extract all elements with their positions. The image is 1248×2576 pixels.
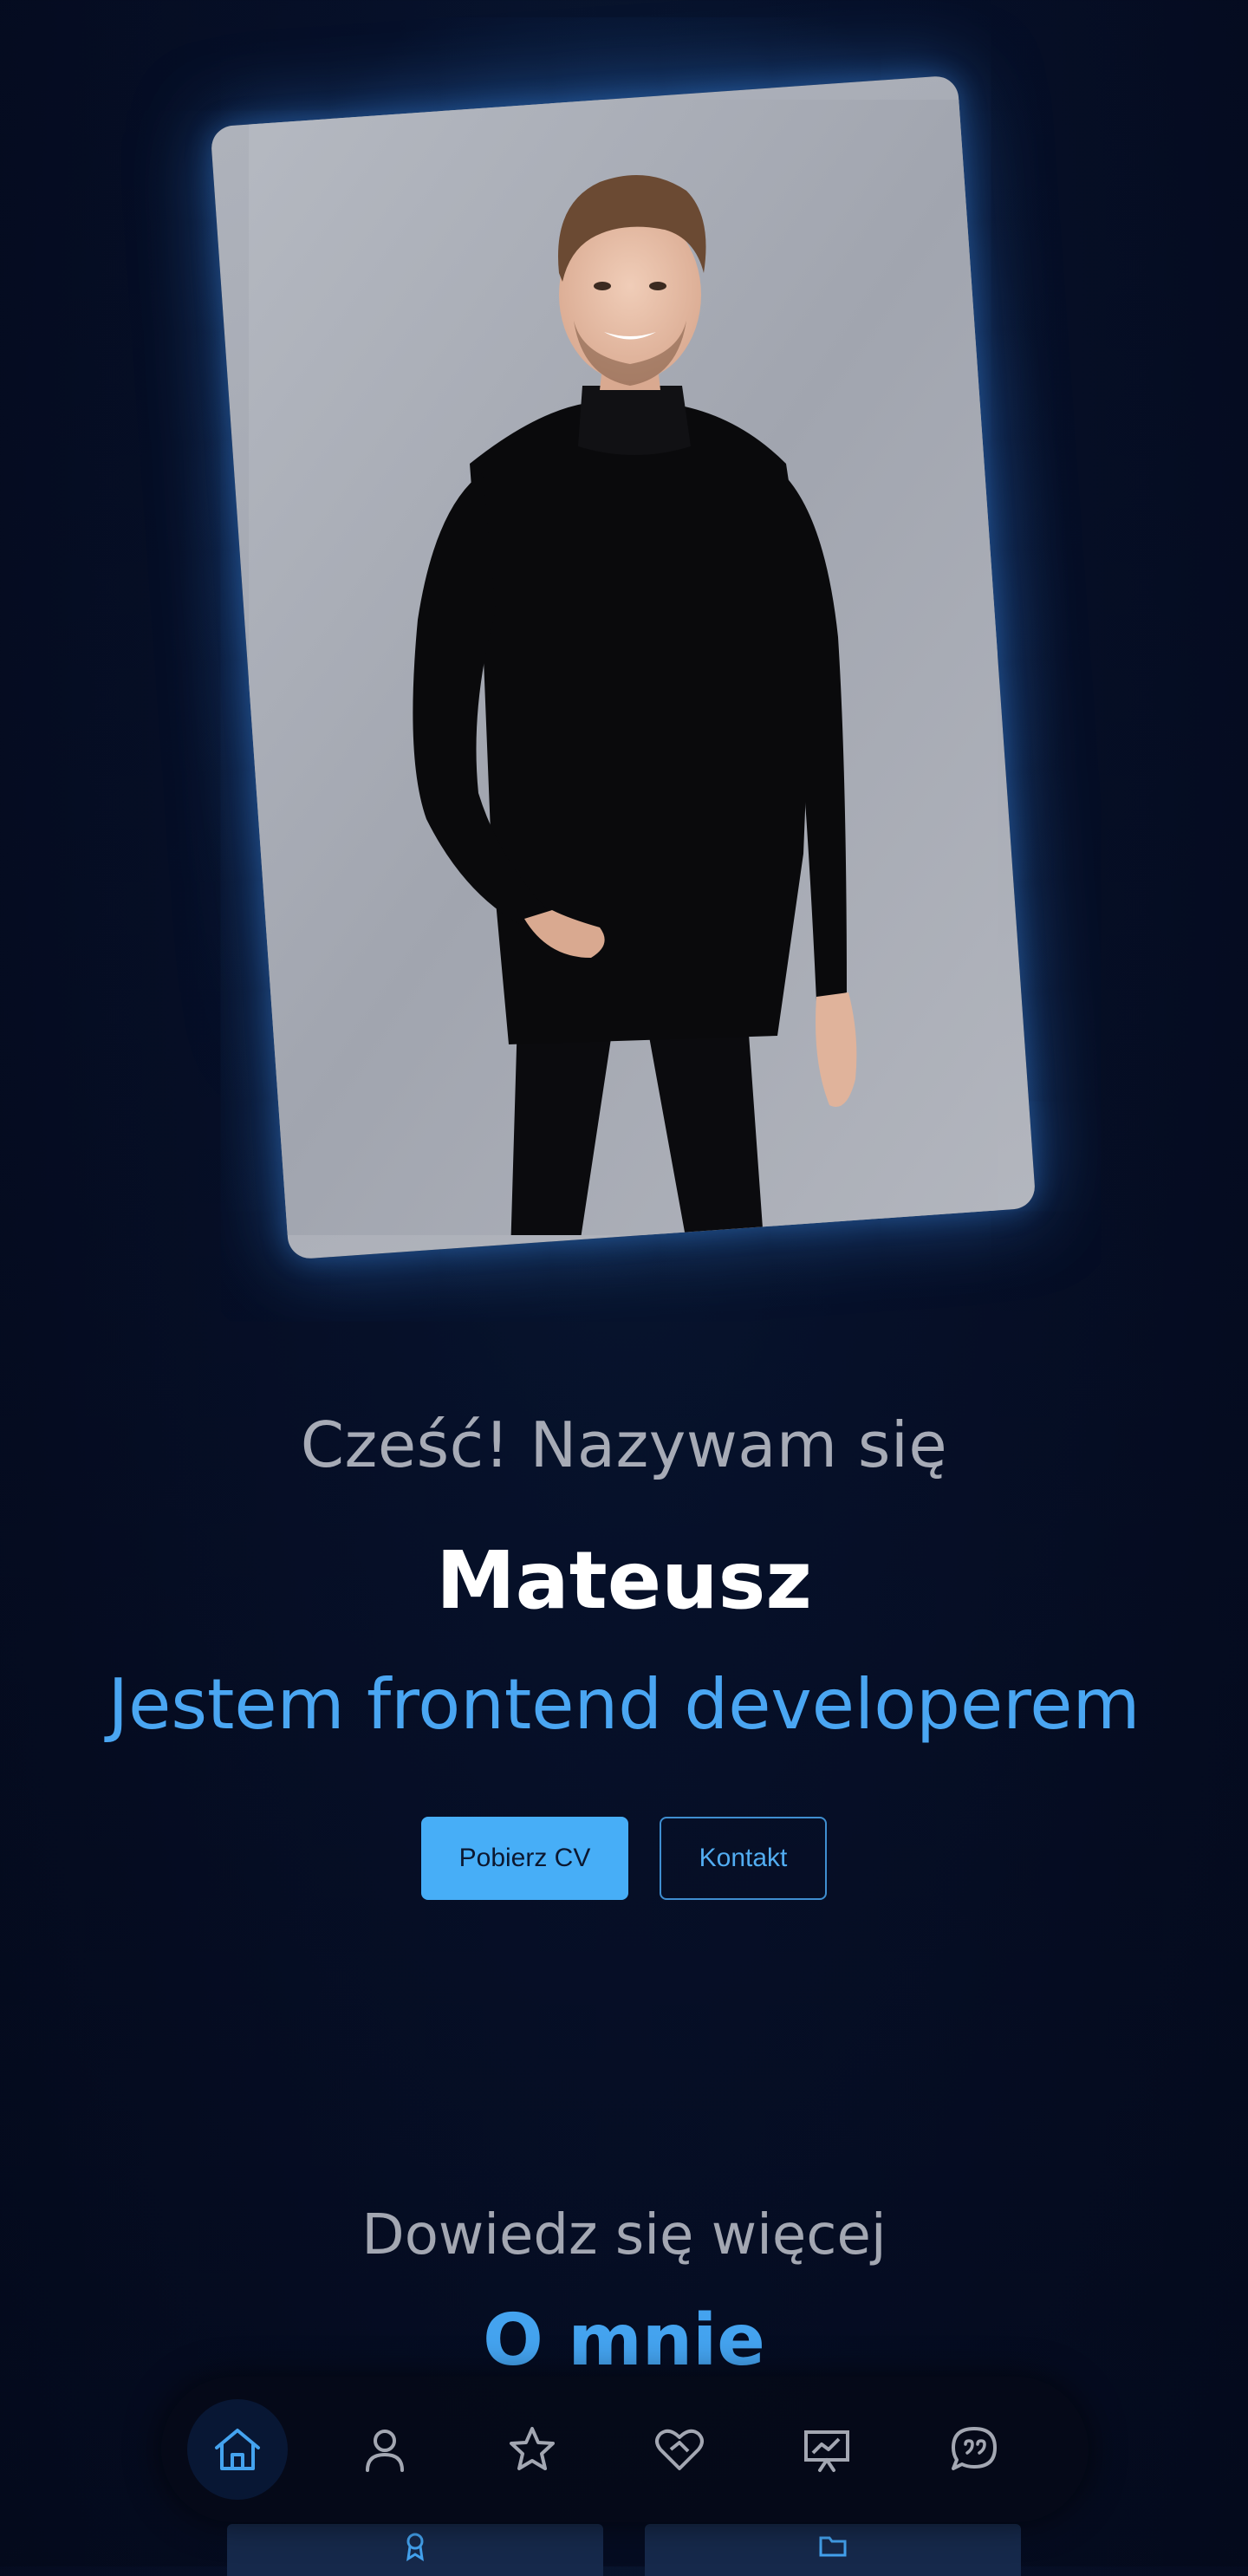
nav-about[interactable] xyxy=(335,2399,435,2500)
nav-portfolio[interactable] xyxy=(777,2399,877,2500)
nav-skills[interactable] xyxy=(482,2399,582,2500)
download-cv-button[interactable]: Pobierz CV xyxy=(421,1817,628,1900)
nav-home[interactable] xyxy=(187,2399,288,2500)
contact-button[interactable]: Kontakt xyxy=(660,1817,827,1900)
presentation-chart-icon xyxy=(804,2430,849,2472)
nav-services[interactable] xyxy=(629,2399,730,2500)
star-icon xyxy=(510,2427,555,2470)
profile-photo xyxy=(210,75,1037,1260)
quote-bubble-icon xyxy=(952,2427,997,2470)
bottom-nav xyxy=(161,2377,1089,2522)
hero-role: Jestem frontend developerem xyxy=(107,1664,1141,1745)
handshake-heart-icon xyxy=(655,2429,704,2470)
about-card-experience xyxy=(227,2524,603,2576)
award-icon xyxy=(406,2533,424,2561)
section-title: O mnie xyxy=(483,2300,765,2382)
home-icon xyxy=(215,2429,260,2470)
about-card-projects xyxy=(645,2524,1021,2576)
nav-testimonials[interactable] xyxy=(924,2399,1024,2500)
hero-name: Mateusz xyxy=(436,1534,812,1627)
section-subtitle: Dowiedz się więcej xyxy=(361,2203,887,2267)
greeting-text: Cześć! Nazywam się xyxy=(300,1408,948,1481)
folder-icon xyxy=(819,2536,847,2557)
user-icon xyxy=(366,2430,404,2472)
person-illustration xyxy=(249,100,998,1235)
